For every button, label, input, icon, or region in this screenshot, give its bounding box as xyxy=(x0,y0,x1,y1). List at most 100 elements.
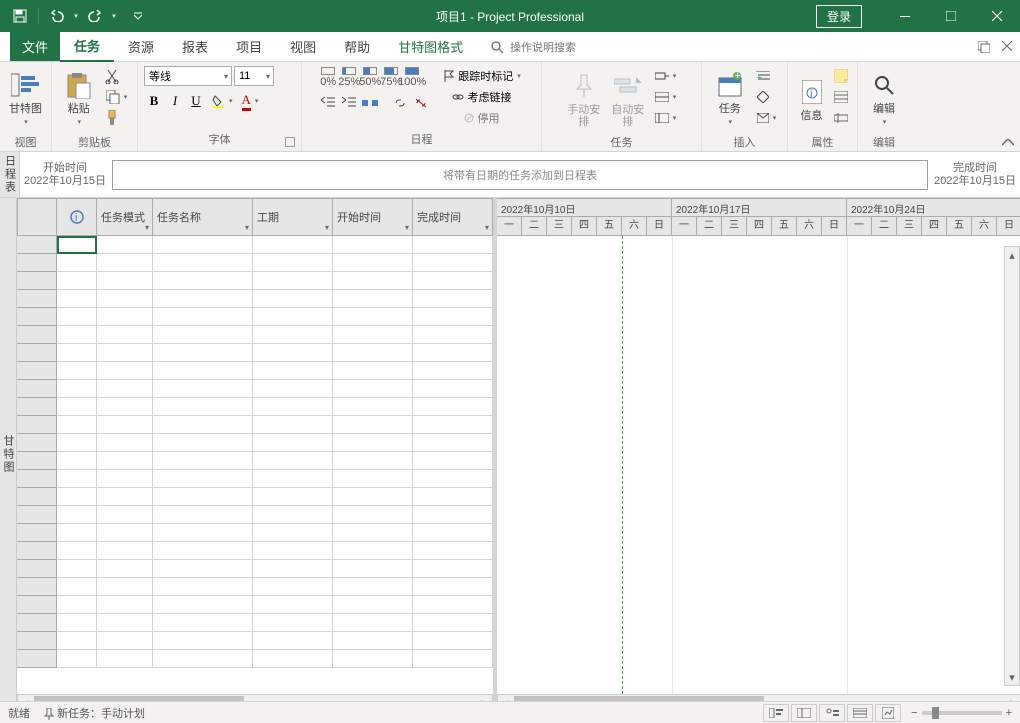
table-row[interactable] xyxy=(17,560,493,578)
font-size-combo[interactable]: 11 xyxy=(234,66,274,86)
table-row[interactable] xyxy=(17,488,493,506)
table-row[interactable] xyxy=(17,524,493,542)
zoom-slider[interactable] xyxy=(922,711,1002,715)
col-finish[interactable]: 完成时间▾ xyxy=(413,198,493,236)
close-button[interactable] xyxy=(974,0,1020,32)
respect-links-button[interactable]: 考虑链接 xyxy=(439,87,525,107)
track-mark-button[interactable]: 跟踪时标记▾ xyxy=(439,66,525,86)
tell-me-search[interactable]: 操作说明搜索 xyxy=(490,39,576,55)
table-row[interactable] xyxy=(17,470,493,488)
fill-color-button[interactable]: ▾ xyxy=(207,91,237,111)
save-button[interactable] xyxy=(8,4,32,28)
col-start[interactable]: 开始时间▾ xyxy=(333,198,413,236)
zoom-in-button[interactable]: + xyxy=(1006,707,1012,719)
scroll-up[interactable]: ▴ xyxy=(1005,247,1019,263)
gantt-chart-button[interactable]: 甘特图▾ xyxy=(5,66,47,132)
details-button[interactable] xyxy=(831,87,851,107)
vscroll[interactable]: ▴ ▾ xyxy=(1004,246,1020,686)
tab-help[interactable]: 帮助 xyxy=(330,32,384,61)
redo-dropdown[interactable]: ▾ xyxy=(109,4,119,28)
gantt-vtab[interactable]: 甘特图 xyxy=(0,198,17,710)
col-rowselect[interactable] xyxy=(17,198,57,236)
gantt-body[interactable] xyxy=(497,236,1020,694)
milestone-button[interactable] xyxy=(753,87,773,107)
table-row[interactable] xyxy=(17,434,493,452)
view-taskusage-button[interactable] xyxy=(791,704,817,722)
view-resourcesheet-button[interactable] xyxy=(847,704,873,722)
table-row[interactable] xyxy=(17,254,493,272)
unlink-button[interactable] xyxy=(411,93,431,113)
view-teamplanner-button[interactable] xyxy=(819,704,845,722)
tab-view[interactable]: 视图 xyxy=(276,32,330,61)
inspect-button[interactable]: ▾ xyxy=(651,108,681,128)
table-row[interactable] xyxy=(17,578,493,596)
tab-gantt-format[interactable]: 甘特图格式 xyxy=(384,32,477,61)
table-row[interactable] xyxy=(17,380,493,398)
font-name-combo[interactable]: 等线 xyxy=(144,66,232,86)
notes-button[interactable] xyxy=(831,66,851,86)
font-color-button[interactable]: A▾ xyxy=(238,91,263,111)
table-row[interactable] xyxy=(17,308,493,326)
qat-customize[interactable] xyxy=(131,4,145,28)
tab-file[interactable]: 文件 xyxy=(10,32,60,61)
insert-task-button[interactable]: + 任务▾ xyxy=(709,66,751,132)
col-name[interactable]: 任务名称▾ xyxy=(153,198,253,236)
pct-100-button[interactable]: 100% xyxy=(402,66,422,88)
copy-button[interactable]: ▾ xyxy=(102,87,132,107)
close-pane-icon[interactable] xyxy=(1002,41,1012,53)
table-row[interactable] xyxy=(17,452,493,470)
table-row[interactable] xyxy=(17,290,493,308)
format-painter-button[interactable] xyxy=(102,108,122,128)
timeline-vtab[interactable]: 日程表 xyxy=(0,152,20,197)
font-dialog-launcher[interactable] xyxy=(285,137,295,147)
mode-button[interactable]: ▾ xyxy=(651,87,681,107)
edit-button[interactable]: 编辑▾ xyxy=(863,66,905,132)
bold-button[interactable]: B xyxy=(144,91,164,111)
col-duration[interactable]: 工期▾ xyxy=(253,198,333,236)
table-row[interactable] xyxy=(17,326,493,344)
cut-button[interactable] xyxy=(102,66,122,86)
timeline-bar[interactable]: 将带有日期的任务添加到日程表 xyxy=(112,160,928,190)
status-newtask[interactable]: 新任务：手动计划 xyxy=(44,705,145,721)
summary-button[interactable]: + xyxy=(753,66,773,86)
maximize-button[interactable] xyxy=(928,0,974,32)
pct-25-button[interactable]: 25% xyxy=(339,66,359,88)
table-row[interactable] xyxy=(17,650,493,668)
table-body[interactable] xyxy=(17,236,493,694)
restore-ribbon-icon[interactable] xyxy=(978,41,990,53)
undo-button[interactable] xyxy=(45,4,69,28)
table-row[interactable] xyxy=(17,344,493,362)
link-button[interactable] xyxy=(390,93,410,113)
view-report-button[interactable] xyxy=(875,704,901,722)
pct-50-button[interactable]: 50% xyxy=(360,66,380,88)
col-mode[interactable]: 任务模式▾ xyxy=(97,198,153,236)
italic-button[interactable]: I xyxy=(165,91,185,111)
redo-button[interactable] xyxy=(83,4,107,28)
paste-button[interactable]: 粘贴▾ xyxy=(58,66,100,132)
outdent-button[interactable] xyxy=(318,93,338,113)
tab-task[interactable]: 任务 xyxy=(60,31,114,62)
tab-report[interactable]: 报表 xyxy=(168,32,222,61)
tab-project[interactable]: 项目 xyxy=(222,32,276,61)
pct-0-button[interactable]: 0% xyxy=(318,66,338,88)
table-row[interactable] xyxy=(17,398,493,416)
underline-button[interactable]: U xyxy=(186,91,206,111)
deliverable-button[interactable]: ▾ xyxy=(753,108,781,128)
table-row[interactable] xyxy=(17,362,493,380)
table-row[interactable] xyxy=(17,632,493,650)
table-row[interactable] xyxy=(17,506,493,524)
signin-button[interactable]: 登录 xyxy=(816,5,862,28)
col-info[interactable]: i xyxy=(57,198,97,236)
view-gantt-button[interactable] xyxy=(763,704,789,722)
table-row[interactable] xyxy=(17,416,493,434)
split-task-button[interactable] xyxy=(360,93,380,113)
table-row[interactable] xyxy=(17,614,493,632)
indent-button[interactable] xyxy=(339,93,359,113)
timeline-add-button[interactable] xyxy=(831,108,851,128)
table-row[interactable] xyxy=(17,272,493,290)
table-row[interactable] xyxy=(17,542,493,560)
tab-resource[interactable]: 资源 xyxy=(114,32,168,61)
minimize-button[interactable] xyxy=(882,0,928,32)
collapse-ribbon-button[interactable] xyxy=(1002,139,1014,147)
information-button[interactable]: i 信息 xyxy=(795,66,829,132)
